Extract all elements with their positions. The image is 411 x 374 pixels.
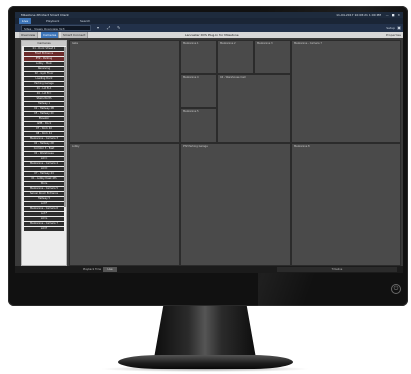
- camera-list-item[interactable]: 08 - Dock 44: [24, 132, 64, 136]
- video-cell[interactable]: Lobby: [69, 143, 180, 266]
- camera-list-item[interactable]: Loading Dock: [24, 77, 64, 81]
- video-cell-label: 04 - Warehouse Cam: [220, 76, 247, 79]
- video-cell[interactable]: Mezzanine 1: [180, 40, 217, 74]
- camera-list-item[interactable]: Hallway 5: [24, 197, 64, 201]
- camera-list-item[interactable]: Receiving: [24, 67, 64, 71]
- camera-list-item[interactable]: Stairs North: [24, 97, 64, 101]
- playback-bar: Playback Time Live Timeline: [15, 266, 403, 273]
- tab-overview[interactable]: Overview: [19, 32, 39, 38]
- video-cell[interactable]: Mezzanine - Camera 7: [291, 40, 401, 143]
- properties-label[interactable]: Properties: [386, 32, 401, 38]
- settings-icon[interactable]: ✎: [117, 24, 120, 32]
- video-cell-label: Mezzanine - Camera 7: [294, 42, 322, 45]
- camera-list-item[interactable]: 04 - Lot B C: [24, 92, 64, 96]
- playback-time-label: Playback Time: [83, 268, 102, 271]
- monitor-stand-neck: [154, 306, 256, 356]
- video-cell[interactable]: 04 - Warehouse Cam: [217, 74, 291, 143]
- video-cell-label: PTZ Parking Garage: [183, 145, 208, 148]
- camera-list-item[interactable]: Mezzanine - Camera 4: [24, 162, 64, 166]
- camera-list-item[interactable]: 01 - Lobby Desk 4th: [24, 177, 64, 181]
- camera-list-item[interactable]: 02 - Hallway 2D: [24, 142, 64, 146]
- plugin-title: Lancaster DVS Plug-In for Milestone: [185, 33, 239, 37]
- camera-list-item[interactable]: AMB - Dock: [24, 122, 64, 126]
- camera-list-item[interactable]: Lobby - Main: [24, 62, 64, 66]
- video-cell-label: Mezzanine 1: [183, 42, 199, 45]
- camera-list-scrollbar[interactable]: [64, 47, 66, 207]
- video-cell[interactable]: PTZ Parking Garage: [180, 143, 291, 266]
- camera-list-item[interactable]: 01 - Warehouse: [24, 152, 64, 156]
- camera-list-item[interactable]: Parking Garage: [24, 82, 64, 86]
- app-window: Milestone XProtect Smart Client 11-04-20…: [15, 12, 403, 273]
- video-cell-label: Mezzanine 5: [183, 110, 199, 113]
- close-icon[interactable]: ▣: [397, 24, 401, 32]
- camera-list-item[interactable]: PTZ - Parking: [24, 57, 64, 61]
- camera-list-item[interactable]: Hallway 1: [24, 102, 64, 106]
- view-selector-dropdown[interactable]: Sites · Views Overview 3x3: [21, 25, 91, 31]
- camera-list-item[interactable]: Elevator: [24, 117, 64, 121]
- video-cell[interactable]: Mezzanine 4: [180, 74, 217, 108]
- camera-list-item[interactable]: 01 - Dock Street 1: [24, 47, 64, 51]
- camera-list-item[interactable]: 02 - Hallway 2B: [24, 107, 64, 111]
- camera-list-item[interactable]: 02 - Gym Floor: [24, 72, 64, 76]
- stand-shadow: [100, 366, 310, 372]
- tab-cameras[interactable]: Cameras: [41, 32, 60, 38]
- camera-list-item[interactable]: Corridor 3 - East: [24, 147, 64, 151]
- tab-smart-connect[interactable]: Smart Connect: [61, 32, 89, 38]
- camera-list-item[interactable]: Mezzanine - Camera 3: [24, 137, 64, 141]
- video-cell[interactable]: Mezzanine 2: [217, 40, 254, 74]
- camera-list-item[interactable]: Lot H: [24, 227, 64, 231]
- video-cell[interactable]: Gate: [69, 40, 180, 143]
- timeline-bar[interactable]: Timeline: [277, 267, 397, 272]
- camera-list-item[interactable]: Store: [24, 182, 64, 186]
- video-cell[interactable]: Mezzanine 5: [180, 108, 217, 143]
- camera-list-item[interactable]: Mezzanine - Camera 5: [24, 187, 64, 191]
- chevron-down-icon[interactable]: ▾: [97, 24, 99, 32]
- camera-list-item[interactable]: Lot F: [24, 212, 64, 216]
- camera-list-item[interactable]: 01 - Lot B A: [24, 87, 64, 91]
- camera-list-item[interactable]: Mezzanine - Camera 6: [24, 207, 64, 211]
- panel-tabs: Overview Cameras Smart Connect Lancaster…: [15, 32, 403, 38]
- fullscreen-icon[interactable]: ⤢: [107, 24, 110, 32]
- camera-list-header: Cameras: [22, 41, 66, 46]
- camera-list-item[interactable]: Lot E: [24, 202, 64, 206]
- live-button[interactable]: Live: [103, 267, 117, 272]
- camera-list-panel: Cameras 01 - Dock Street 1 Front Entrance…: [21, 40, 67, 266]
- power-icon[interactable]: ⏻: [391, 284, 401, 294]
- video-cell-label: Mezzanine 8: [294, 145, 310, 148]
- video-cell[interactable]: Mezzanine 8: [291, 143, 401, 266]
- camera-list-item[interactable]: Front Entrance: [24, 52, 64, 56]
- camera-list-item[interactable]: 07 - Hallway 44: [24, 172, 64, 176]
- camera-list-item[interactable]: Lot G: [24, 217, 64, 221]
- video-cell-label: Mezzanine 2: [220, 42, 236, 45]
- video-cell-label: Mezzanine 3: [257, 42, 273, 45]
- camera-list: 01 - Dock Street 1 Front Entrance PTZ - Pa…: [24, 47, 64, 232]
- camera-list-item[interactable]: Mezzanine - Camera 7: [24, 222, 64, 226]
- video-cell-label: Lobby: [72, 145, 80, 148]
- camera-list-item[interactable]: 07 - Dock 40: [24, 127, 64, 131]
- setup-button[interactable]: Setup: [386, 24, 395, 32]
- video-grid: Gate Mezzanine 1 Mezzanine 2 Mezzanine 3…: [69, 40, 401, 266]
- camera-list-item[interactable]: Lot D: [24, 167, 64, 171]
- video-cell[interactable]: Mezzanine 3: [254, 40, 291, 74]
- video-cell-label: Gate: [72, 42, 78, 45]
- camera-list-item[interactable]: 05 - Hallway 2C: [24, 112, 64, 116]
- camera-list-item[interactable]: Server Room Entrance: [24, 192, 64, 196]
- camera-list-item[interactable]: Lot C: [24, 157, 64, 161]
- toolbar: Sites · Views Overview 3x3 ▾ ⤢ ✎ Setup ▣: [15, 24, 403, 32]
- video-cell-label: Mezzanine 4: [183, 76, 199, 79]
